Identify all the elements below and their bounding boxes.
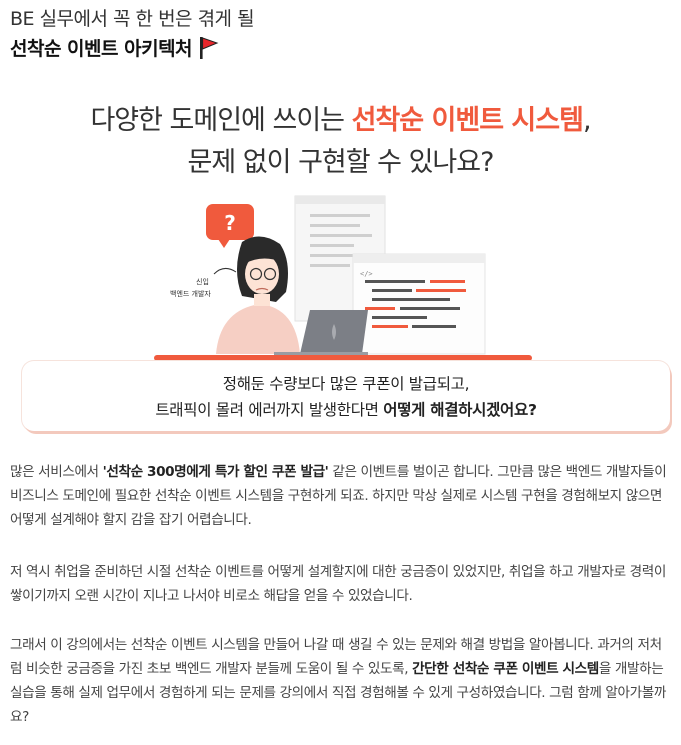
p1-bold: '선착순 300명에게 특가 할인 쿠폰 발급'	[102, 464, 329, 480]
hero-heading-line2: 문제 없이 구현할 수 있나요?	[187, 147, 495, 178]
handwritten-label-line1: 신입	[196, 277, 209, 286]
handwritten-label-line2: 백엔드 개발자	[170, 289, 211, 298]
course-subtitle: BE 실무에서 꼭 한 번은 겪게 될	[10, 8, 255, 30]
p1-part1: 많은 서비스에서	[10, 464, 103, 480]
intro-paragraph-2: 저 역시 취업을 준비하던 시절 선착순 이벤트를 어떻게 설계할지에 대한 궁…	[10, 564, 666, 604]
intro-paragraph-3: 그래서 이 강의에서는 선착순 이벤트 시스템을 만들어 나갈 때 생길 수 있…	[10, 633, 672, 729]
course-title: 선착순 이벤트 아키텍처	[10, 34, 220, 61]
red-flag-icon	[198, 36, 220, 60]
p3-bold: 간단한 선착순 쿠폰 이벤트 시스템	[412, 661, 599, 677]
callout-line2-text: 트래픽이 몰려 에러까지 발생한다면	[155, 401, 384, 419]
hero-highlight: 선착순 이벤트 시스템	[351, 105, 584, 136]
problem-callout: 정해둔 수량보다 많은 쿠폰이 발급되고, 트래픽이 몰려 에러까지 발생한다면…	[22, 361, 670, 431]
hero-heading-line1: 다양한 도메인에 쓰이는 선착순 이벤트 시스템,	[0, 98, 681, 137]
developer-illustration: </> ? 신입 백엔드 개발자	[154, 195, 532, 361]
course-title-text: 선착순 이벤트 아키텍처	[10, 38, 193, 60]
callout-line1: 정해둔 수량보다 많은 쿠폰이 발급되고,	[222, 375, 470, 393]
hero-line1-prefix: 다양한 도메인에 쓰이는	[90, 105, 352, 136]
code-tag-text: </>	[360, 270, 373, 278]
intro-paragraph-1: 많은 서비스에서 '선착순 300명에게 특가 할인 쿠폰 발급' 같은 이벤트…	[10, 460, 672, 532]
question-mark-text: ?	[224, 211, 236, 235]
callout-line2-bold: 어떻게 해결하시겠어요?	[383, 401, 537, 419]
hero-line1-suffix: ,	[582, 105, 592, 136]
code-window-front: </>	[352, 253, 486, 355]
callout-line2: 트래픽이 몰려 에러까지 발생한다면 어떻게 해결하시겠어요?	[22, 398, 670, 420]
developer-character	[216, 236, 300, 354]
